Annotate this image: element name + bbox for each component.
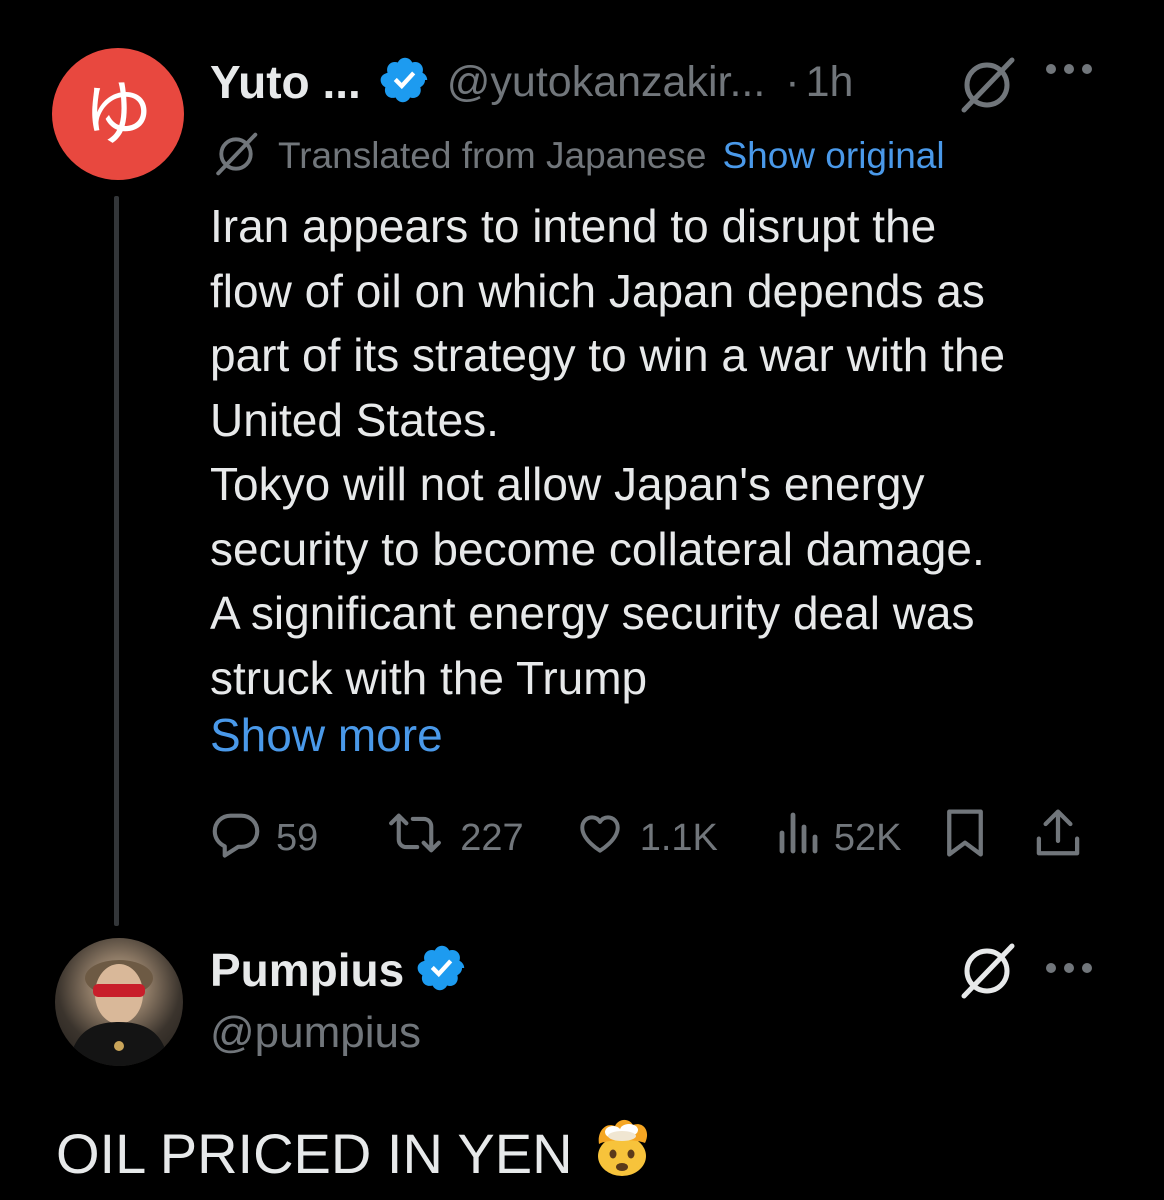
thread-line [114, 196, 119, 926]
tweet-text-line: Iran appears to intend to disrupt the [210, 200, 937, 252]
reply-text-content: OIL PRICED IN YEN [56, 1122, 573, 1185]
bookmark-icon [941, 806, 989, 870]
author-handle[interactable]: @pumpius [210, 1008, 421, 1058]
share-button[interactable] [1033, 806, 1083, 870]
tweet-text-line: part of its strategy to win a war with t… [210, 329, 1006, 381]
tweet-text-line: security to become collateral damage. [210, 522, 985, 575]
author-handle[interactable]: @yutokanzakir... [447, 58, 766, 107]
translation-row: Translated from Japanese Show original [210, 130, 945, 182]
verified-badge-icon[interactable] [416, 942, 468, 999]
repost-icon [384, 807, 446, 869]
tweet-header: Yuto ... @yutokanzakir... · 1h [210, 52, 853, 112]
reply-count: 59 [276, 816, 319, 859]
author-name[interactable]: Pumpius [210, 943, 404, 997]
reply-icon [210, 807, 262, 869]
like-button[interactable]: 1.1K [574, 808, 718, 868]
timestamp[interactable]: 1h [806, 58, 854, 107]
repost-button[interactable]: 227 [384, 807, 524, 869]
repost-count: 227 [460, 816, 524, 859]
avatar[interactable] [55, 938, 183, 1066]
tweet-text-line: flow of oil on which Japan depends as [210, 264, 985, 317]
more-icon[interactable] [1046, 64, 1092, 74]
share-icon [1033, 806, 1083, 870]
tweet-text-line: Tokyo will not allow Japan's energy [210, 458, 925, 510]
separator-dot: · [785, 57, 800, 106]
exploding-head-icon [591, 1116, 653, 1191]
show-original-link[interactable]: Show original [722, 135, 944, 177]
views-icon [776, 809, 820, 867]
tweet-text: Iran appears to intend to disrupt the fl… [210, 194, 1130, 710]
translate-grok-icon [210, 130, 262, 183]
author-name[interactable]: Yuto ... [210, 55, 361, 109]
heart-icon [574, 808, 626, 868]
reply-text: OIL PRICED IN YEN [56, 1116, 653, 1191]
bookmark-button[interactable] [941, 806, 989, 870]
like-count: 1.1K [639, 816, 718, 859]
grok-icon[interactable] [956, 940, 1018, 1007]
views-count: 52K [833, 816, 902, 859]
translated-label: Translated from Japanese [278, 135, 707, 176]
avatar[interactable]: ゆ [52, 48, 184, 180]
tweet-text-line: United States. [210, 393, 499, 446]
tweet-text-line: A significant energy security deal was [210, 587, 975, 639]
verified-badge-icon[interactable] [379, 54, 431, 111]
show-more-link[interactable]: Show more [210, 705, 443, 765]
tweet-text-line: struck with the Trump [210, 651, 648, 704]
more-icon[interactable] [1046, 963, 1092, 973]
action-bar: 59 227 1.1K 52K [210, 806, 1083, 870]
reply-button[interactable]: 59 [210, 807, 318, 869]
grok-icon[interactable] [956, 54, 1018, 121]
reply-header: Pumpius [210, 940, 468, 1000]
avatar-glyph: ゆ [83, 73, 153, 155]
views-button[interactable]: 52K [776, 809, 902, 867]
